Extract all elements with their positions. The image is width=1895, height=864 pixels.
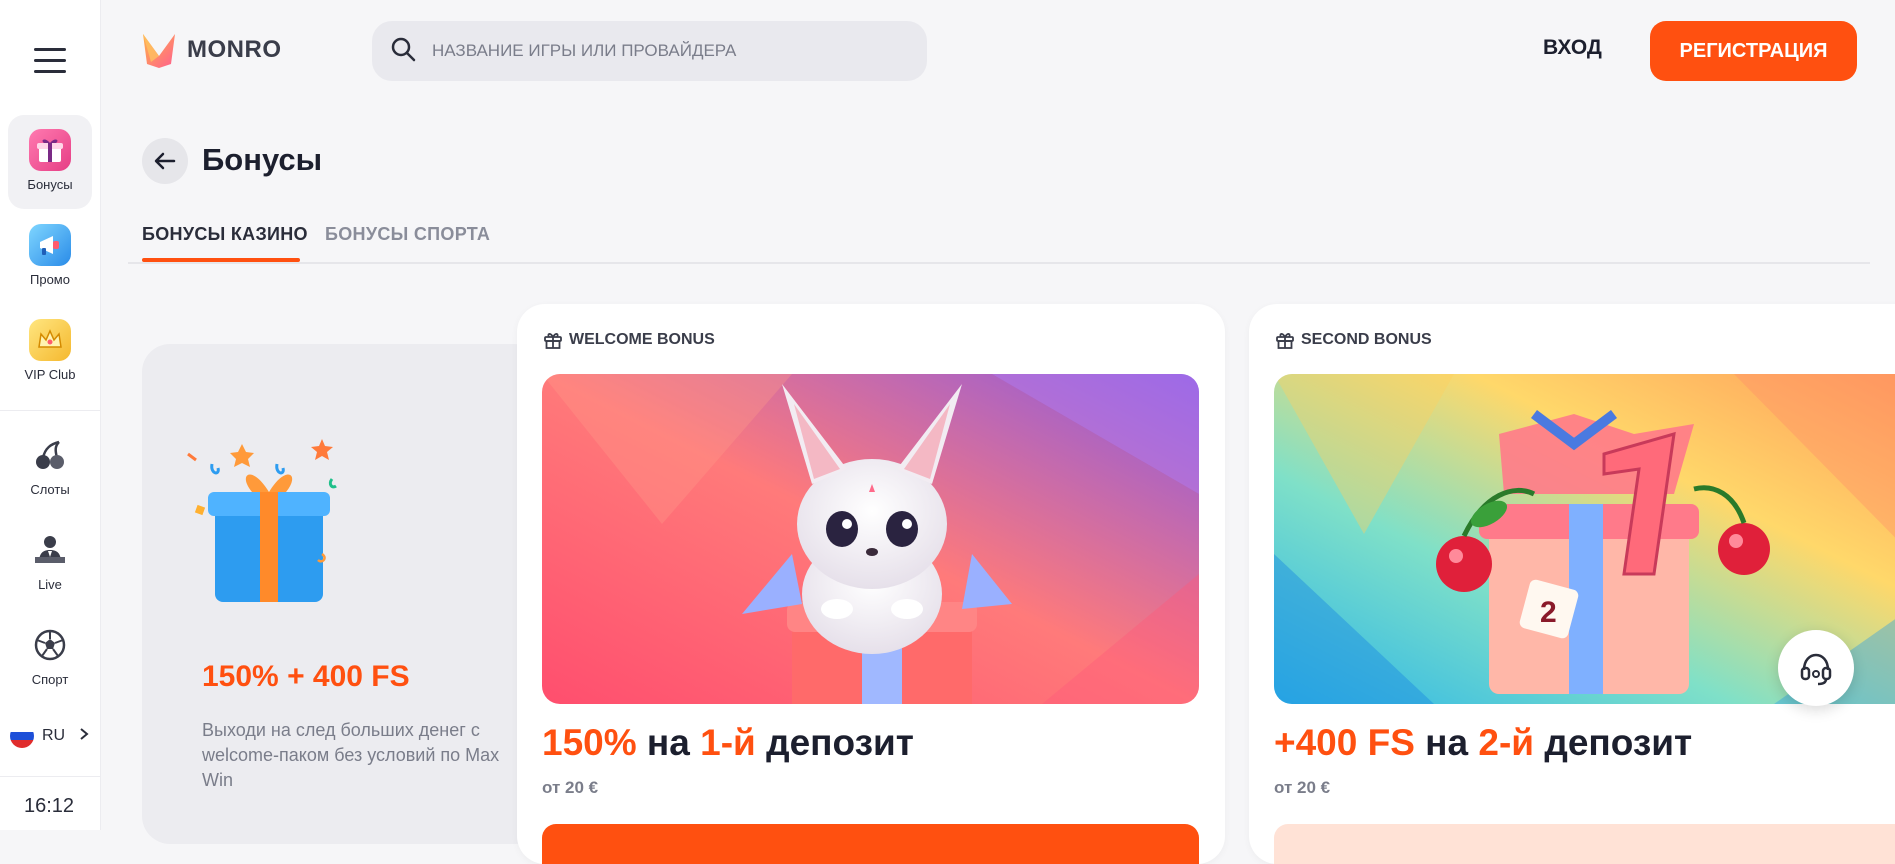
support-chat-button[interactable] [1778,630,1854,706]
bonus-heading-text: на [1414,722,1479,763]
top-header: MONRO ВХОД РЕГИСТРАЦИЯ [101,0,1895,100]
sidebar-item-bonuses[interactable]: Бонусы [8,115,92,209]
sidebar-item-label: VIP Club [24,367,76,382]
sidebar-item-label: Спорт [31,672,69,687]
get-bonus-button[interactable] [1274,824,1895,864]
bonus-heading-text: на [636,722,701,763]
megaphone-icon [29,224,71,266]
bonus-heading-highlight: 2-й [1478,722,1535,763]
bonus-heading-highlight: +400 FS [1274,722,1415,763]
sidebar-item-label: Бонусы [27,177,73,192]
bonus-tag-label: WELCOME BONUS [569,331,715,348]
sidebar-item-sport[interactable]: Спорт [8,610,92,704]
sidebar-divider [0,410,101,411]
bonus-heading: 150% на 1-й депозит [542,722,914,764]
gift-icon [29,129,71,171]
language-code: RU [42,727,66,744]
sidebar: Бонусы Промо VIP Club Слоты Live Спорт R [0,0,101,830]
login-button[interactable]: ВХОД [1543,36,1602,60]
menu-icon[interactable] [34,48,66,76]
tab-casino-bonuses[interactable]: БОНУСЫ КАЗИНО [142,224,308,245]
bonus-heading-highlight: 150% [542,722,637,763]
monro-logo-icon [143,34,175,68]
arrow-left-icon [154,152,176,170]
sidebar-item-vip[interactable]: VIP Club [8,305,92,399]
crown-icon [29,319,71,361]
headset-icon [1800,653,1832,686]
dealer-icon [29,529,71,571]
sidebar-item-label: Live [38,577,62,592]
sidebar-item-promo[interactable]: Промо [8,210,92,304]
welcome-pack-amount: 150% + 400 FS [202,660,410,693]
bonus-heading: +400 FS на 2-й депозит [1274,722,1692,764]
min-deposit: от 20 € [1274,778,1331,797]
sidebar-item-live[interactable]: Live [8,515,92,609]
bonus-tag: WELCOME BONUS [543,330,715,350]
clock: 16:12 [24,795,75,817]
bonus-tag-label: SECOND BONUS [1301,331,1432,348]
search-icon [390,36,416,67]
active-tab-indicator [142,258,300,262]
page-title: Бонусы [202,142,323,177]
gift-icon [544,333,562,349]
get-bonus-button[interactable] [542,824,1199,864]
bonus-tabs: БОНУСЫ КАЗИНО БОНУСЫ СПОРТА [128,222,1870,264]
bonus-tag: SECOND BONUS [1275,330,1432,350]
gift-icon [1276,333,1294,349]
russia-flag-icon [10,724,34,748]
welcome-pack-description: Выходи на след больших денег с welcome-п… [202,720,500,790]
welcome-pack-card[interactable]: 150% + 400 FS Выходи на след больших ден… [142,344,542,844]
svg-text:2: 2 [1540,596,1557,629]
bonus-heading-highlight: 1-й [700,722,756,763]
bonus-heading-text: депозит [1534,722,1693,763]
bonus-heading-text: депозит [755,722,914,763]
search-input[interactable] [432,41,892,61]
sidebar-item-label: Промо [30,272,70,287]
chevron-right-icon [79,727,89,746]
second-bonus-card[interactable]: SECOND BONUS 2 +400 FS на 2-й депозит от… [1249,304,1895,864]
register-button[interactable]: РЕГИСТРАЦИЯ [1650,21,1857,81]
sidebar-item-slots[interactable]: Слоты [8,420,92,514]
min-deposit: от 20 € [542,778,599,797]
back-button[interactable] [142,138,188,184]
sidebar-divider [0,776,101,777]
tab-sport-bonuses[interactable]: БОНУСЫ СПОРТА [325,224,490,245]
soccer-ball-icon [29,624,71,666]
brand-logo[interactable]: MONRO [141,30,282,70]
sidebar-item-label: Слоты [30,482,70,497]
logo-text: MONRO [187,36,282,63]
language-selector[interactable]: RU [10,724,89,748]
cherries-icon [29,434,71,476]
gift-box-illustration [182,434,352,619]
search-bar[interactable] [372,21,927,81]
welcome-bonus-image [542,374,1199,704]
welcome-bonus-card[interactable]: WELCOME BONUS 150% на 1-й депозит от 20 … [517,304,1225,864]
